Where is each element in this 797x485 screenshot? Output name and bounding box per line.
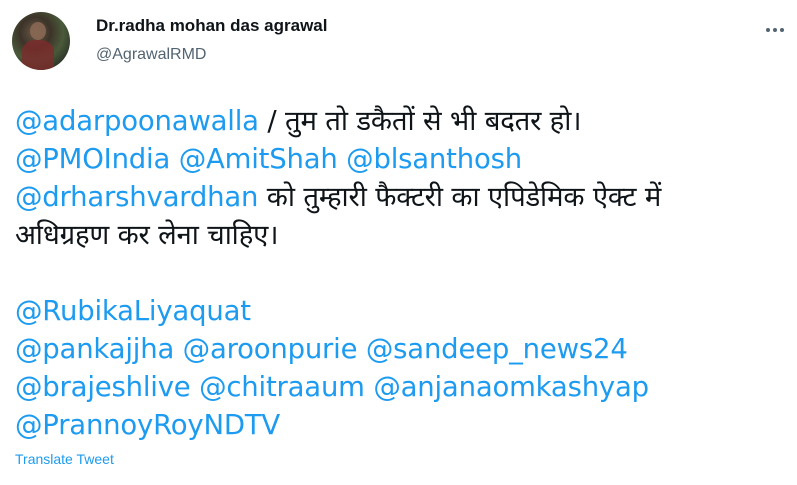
tweet-line: @PrannoyRoyNDTV xyxy=(15,406,785,444)
mention-link[interactable]: @blsanthosh xyxy=(346,143,522,175)
mention-link[interactable]: @sandeep_news24 xyxy=(366,333,628,365)
tweet-line: @drharshvardhan को तुम्हारी फैक्टरी का ए… xyxy=(15,178,785,216)
mention-link[interactable]: @PMOIndia xyxy=(15,143,170,175)
tweet-line: अधिग्रहण कर लेना चाहिए। xyxy=(15,216,785,254)
mention-link[interactable]: @PrannoyRoyNDTV xyxy=(15,409,280,441)
more-dot xyxy=(766,28,770,32)
tweet-line: @RubikaLiyaquat xyxy=(15,292,785,330)
tweet-text-segment: को तुम्हारी फैक्टरी का एपिडेमिक ऐक्ट में xyxy=(258,181,662,213)
tweet-line: @pankajjha @aroonpurie @sandeep_news24 xyxy=(15,330,785,368)
tweet-line: @brajeshlive @chitraaum @anjanaomkashyap xyxy=(15,368,785,406)
more-dot xyxy=(773,28,777,32)
mention-link[interactable]: @brajeshlive xyxy=(15,371,191,403)
mention-link[interactable]: @anjanaomkashyap xyxy=(373,371,649,403)
mention-link[interactable]: @aroonpurie xyxy=(183,333,358,365)
tweet-text-segment: अधिग्रहण कर लेना चाहिए। xyxy=(15,219,279,251)
mention-link[interactable]: @RubikaLiyaquat xyxy=(15,295,251,327)
mention-link[interactable]: @AmitShah xyxy=(179,143,338,175)
mention-link[interactable]: @adarpoonawalla xyxy=(15,105,259,137)
author-handle[interactable]: @AgrawalRMD xyxy=(96,46,206,64)
mention-link[interactable]: @chitraaum xyxy=(199,371,365,403)
tweet-text-segment: / तुम तो डकैतों से भी बदतर हो। xyxy=(258,105,582,137)
mention-link[interactable]: @drharshvardhan xyxy=(15,181,258,213)
more-icon[interactable] xyxy=(760,18,790,42)
tweet-card: Dr.radha mohan das agrawal @AgrawalRMD @… xyxy=(0,0,797,485)
mention-link[interactable]: @pankajjha xyxy=(15,333,174,365)
tweet-line: @adarpoonawalla / तुम तो डकैतों से भी बद… xyxy=(15,102,785,140)
avatar[interactable] xyxy=(12,12,70,70)
translate-tweet-link[interactable]: Translate Tweet xyxy=(15,451,114,467)
tweet-text: @adarpoonawalla / तुम तो डकैतों से भी बद… xyxy=(15,102,785,444)
tweet-line: @PMOIndia @AmitShah @blsanthosh xyxy=(15,140,785,178)
more-dot xyxy=(780,28,784,32)
author-display-name[interactable]: Dr.radha mohan das agrawal xyxy=(96,16,327,36)
